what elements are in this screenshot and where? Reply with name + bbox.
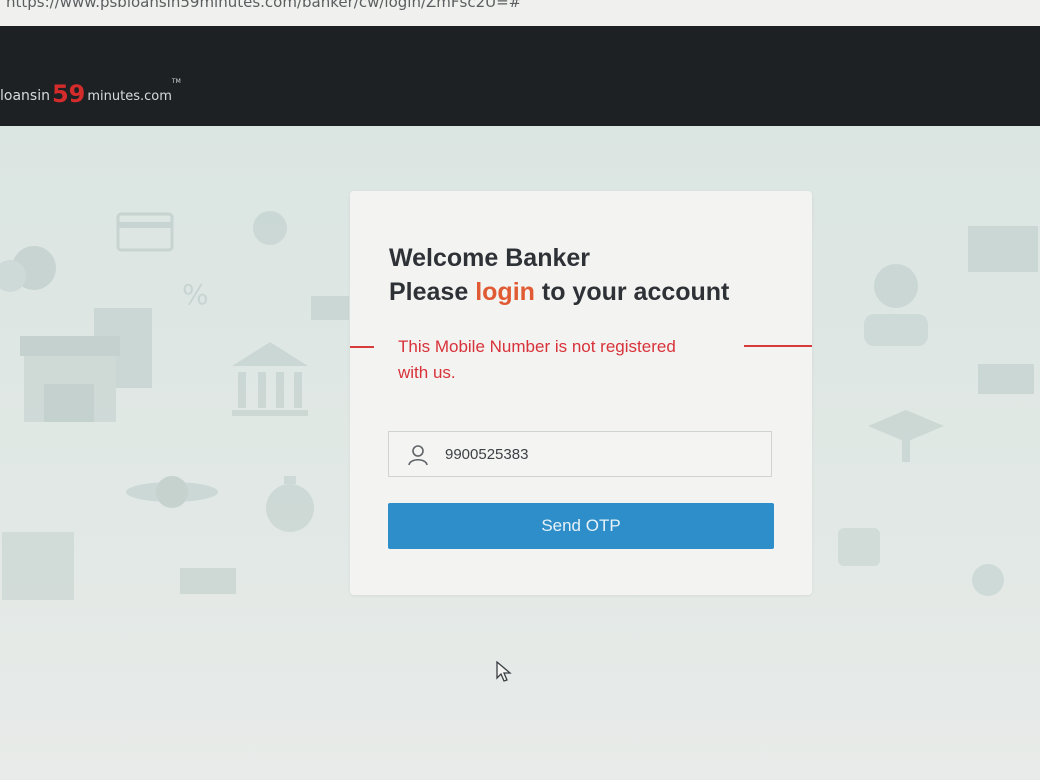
person-icon — [864, 264, 928, 346]
mouse-cursor-icon — [496, 661, 512, 682]
login-prompt: Please login to your account — [389, 275, 789, 309]
send-otp-button[interactable]: Send OTP — [388, 503, 774, 549]
cash-stack-icon — [180, 568, 236, 594]
bank-icon — [232, 342, 308, 416]
coins-icon — [0, 246, 56, 292]
mobile-number-input[interactable]: 9900525383 — [388, 431, 772, 477]
account-text: to your account — [541, 278, 730, 306]
coin-icon — [253, 211, 287, 245]
mobile-number-value[interactable]: 9900525383 — [445, 446, 528, 463]
bag-icon — [838, 528, 880, 566]
banknote-right-icon — [978, 364, 1034, 394]
logo-number: 59 — [51, 80, 86, 108]
login-word: login — [475, 278, 535, 306]
error-divider-right — [744, 345, 812, 347]
logo-prefix: loansin — [0, 88, 50, 104]
url-text[interactable]: https://www.psbloansin59minutes.com/bank… — [6, 0, 521, 11]
site-logo[interactable]: loansin59 minutes.com TM — [0, 78, 181, 108]
graduation-cap-icon — [868, 410, 944, 462]
error-message: This Mobile Number is not registered wit… — [398, 337, 676, 382]
user-icon — [408, 445, 428, 466]
svg-text:%: % — [182, 278, 209, 311]
monitor-icon — [968, 226, 1038, 272]
card-icon — [116, 212, 174, 252]
site-header: loansin59 minutes.com TM — [0, 26, 1040, 126]
logo-trademark: TM — [171, 78, 181, 85]
stopwatch-icon — [266, 476, 314, 532]
login-card: Welcome Banker Please login to your acco… — [350, 191, 812, 595]
welcome-heading: Welcome Banker Please login to your acco… — [389, 241, 789, 309]
safe-icon — [2, 532, 74, 600]
welcome-line: Welcome Banker — [389, 244, 591, 272]
shop-icon — [20, 308, 152, 422]
logo-suffix: minutes.com — [87, 89, 172, 104]
coin-right-icon — [972, 564, 1004, 596]
address-bar[interactable]: https://www.psbloansin59minutes.com/bank… — [0, 0, 1040, 27]
banknote-icon — [311, 296, 349, 320]
error-divider-left — [350, 346, 374, 348]
please-text: Please — [389, 278, 469, 306]
percent-icon: % — [182, 278, 209, 311]
wings-icon — [126, 476, 218, 508]
